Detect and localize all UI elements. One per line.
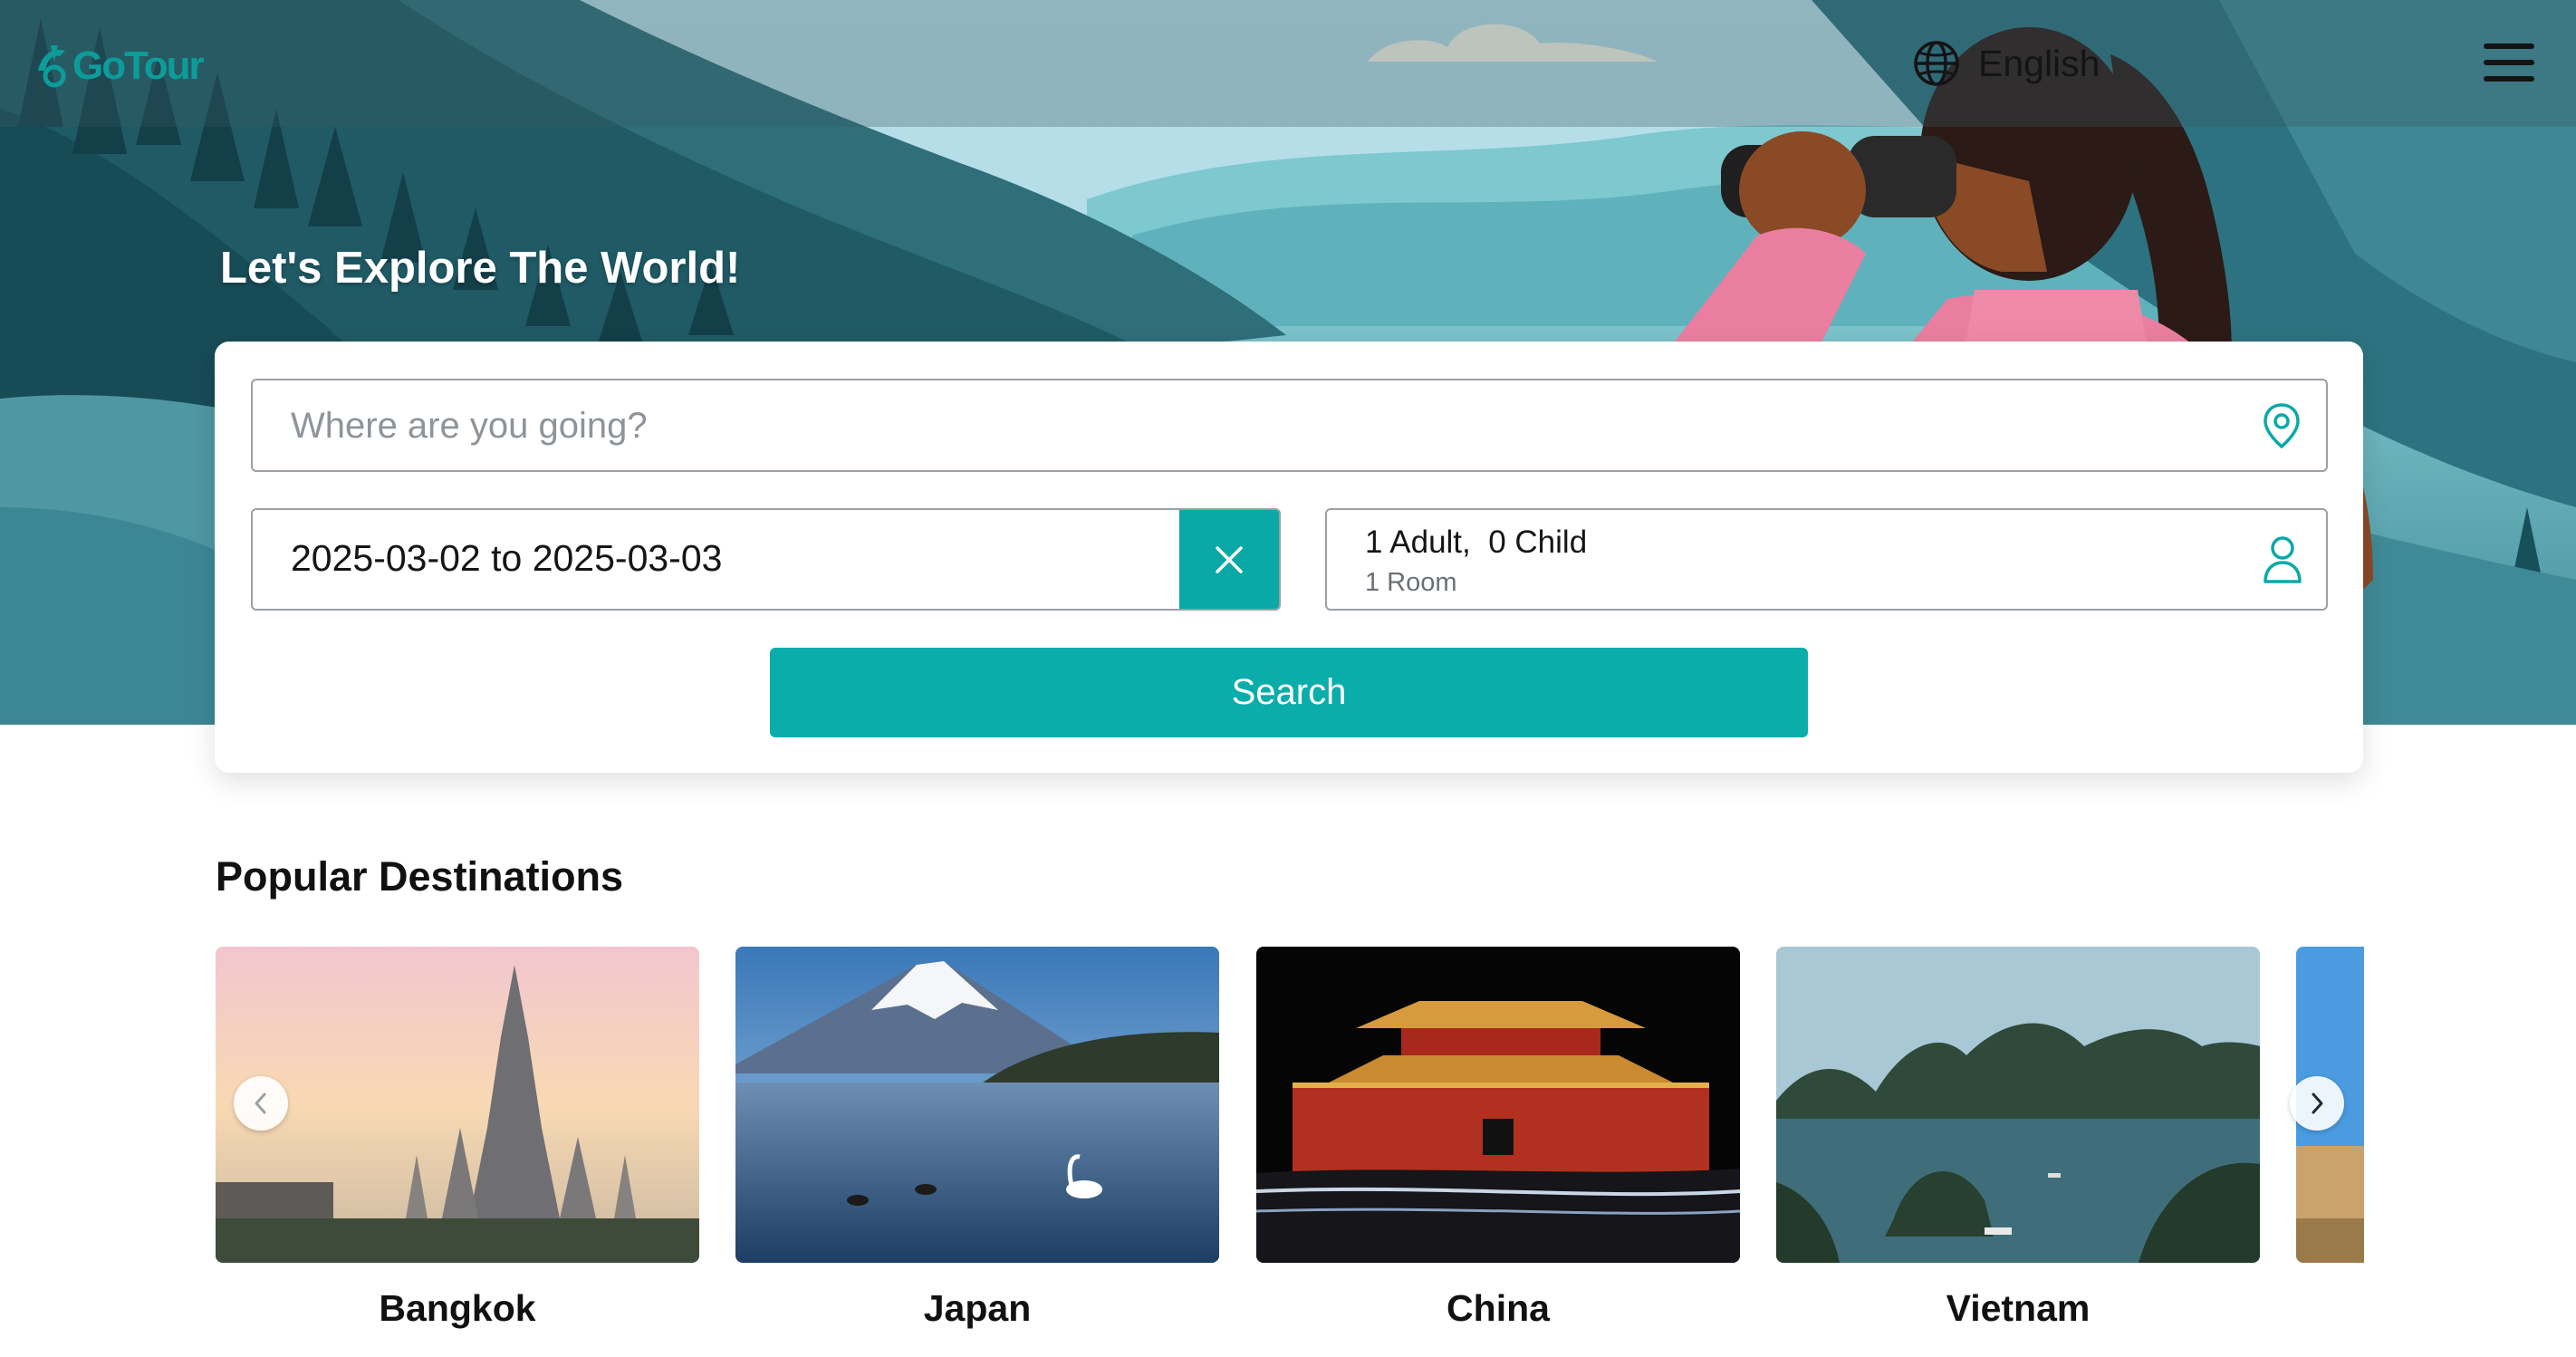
china-image — [1256, 947, 1740, 1263]
hamburger-icon-bar — [2484, 60, 2534, 65]
destination-name: Japan — [923, 1287, 1032, 1329]
destination-input[interactable] — [253, 380, 2267, 472]
chevron-left-icon — [255, 1092, 266, 1114]
clear-dates-button[interactable] — [1179, 510, 1279, 609]
logo[interactable]: GoTour — [34, 34, 205, 98]
date-range-field[interactable]: 2025-03-02 to 2025-03-03 — [251, 508, 1281, 611]
language-selector[interactable]: English — [1913, 36, 2100, 91]
search-button[interactable]: Search — [770, 648, 1808, 737]
logo-plane-icon — [38, 45, 66, 88]
children-count: 0 Child — [1488, 525, 1588, 560]
top-navigation-bar: GoTour English — [0, 0, 2576, 127]
destination-card-china[interactable]: China — [1256, 947, 1740, 1357]
language-label: English — [1978, 42, 2100, 84]
destinations-carousel: Bangkok Japan China Vietnam — [216, 947, 2364, 1357]
vietnam-image — [1776, 947, 2260, 1263]
destination-name: China — [1447, 1287, 1550, 1329]
destination-card-japan[interactable]: Japan — [735, 947, 1219, 1357]
japan-image — [735, 947, 1219, 1263]
destination-name: Vietnam — [1946, 1287, 2091, 1329]
globe-icon — [1914, 41, 1959, 86]
destination-card-bangkok[interactable]: Bangkok — [216, 947, 699, 1357]
user-icon — [2264, 536, 2302, 583]
destination-card-vietnam[interactable]: Vietnam — [1776, 947, 2260, 1357]
rooms-count: 1 Room — [1365, 568, 1457, 597]
search-card: 2025-03-02 to 2025-03-03 1 Adult, 0 Chil… — [215, 342, 2363, 773]
chevron-right-icon — [2312, 1092, 2323, 1114]
close-icon — [1216, 545, 1243, 573]
guests-summary: 1 Adult, 0 Child — [1365, 525, 1587, 561]
popular-destinations-title: Popular Destinations — [216, 853, 624, 900]
destination-card-partial[interactable] — [2296, 947, 2364, 1357]
guests-rooms-selector[interactable]: 1 Adult, 0 Child 1 Room — [1325, 508, 2328, 611]
date-range-value: 2025-03-02 to 2025-03-03 — [291, 537, 723, 579]
bangkok-image — [216, 947, 699, 1263]
hamburger-menu-button[interactable] — [2484, 40, 2534, 85]
carousel-next-button[interactable] — [2290, 1076, 2344, 1131]
hamburger-icon-bar — [2484, 76, 2534, 82]
hero-title: Let's Explore The World! — [220, 244, 741, 293]
carousel-prev-button[interactable] — [234, 1076, 288, 1131]
location-pin-icon — [2264, 403, 2300, 449]
logo-text: GoTour — [72, 43, 205, 88]
destination-field[interactable] — [251, 379, 2328, 472]
hamburger-icon-bar — [2484, 43, 2534, 49]
adults-count: 1 Adult, — [1365, 525, 1471, 560]
destination-name: Bangkok — [379, 1287, 536, 1329]
